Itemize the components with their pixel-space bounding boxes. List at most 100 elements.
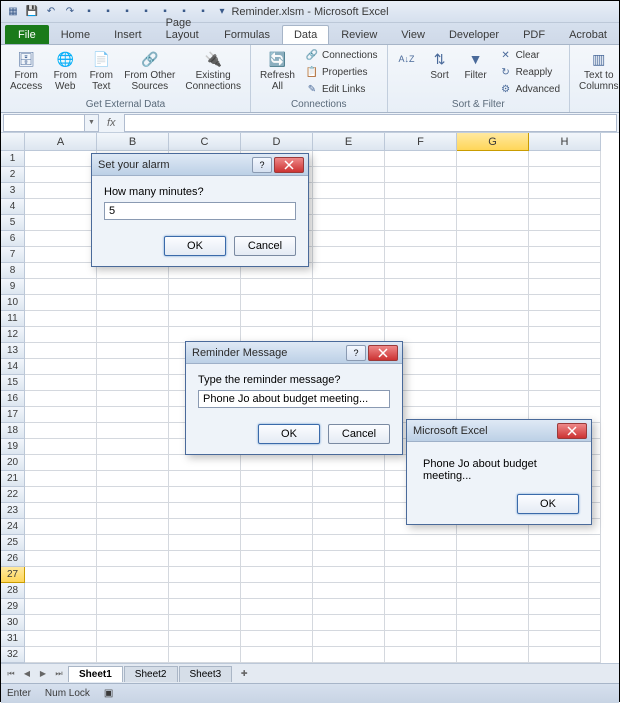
cell[interactable] [169, 567, 241, 583]
cell[interactable] [313, 295, 385, 311]
cell[interactable] [97, 471, 169, 487]
row-header[interactable]: 17 [1, 407, 25, 423]
cell[interactable] [97, 343, 169, 359]
cell[interactable] [169, 519, 241, 535]
cell[interactable] [25, 263, 97, 279]
undo-icon[interactable]: ↶ [43, 4, 59, 20]
cell[interactable] [241, 311, 313, 327]
cell[interactable] [241, 551, 313, 567]
fx-icon[interactable]: fx [99, 117, 124, 129]
cell[interactable] [25, 279, 97, 295]
row-header[interactable]: 20 [1, 455, 25, 471]
save-icon[interactable]: 💾 [24, 4, 40, 20]
sheet-tab[interactable]: Sheet3 [179, 666, 233, 682]
cell[interactable] [529, 263, 601, 279]
cell[interactable] [25, 247, 97, 263]
cell[interactable] [25, 391, 97, 407]
cell[interactable] [241, 535, 313, 551]
sheet-tab[interactable]: Sheet1 [68, 666, 123, 682]
tab-home[interactable]: Home [49, 25, 102, 44]
cell[interactable] [25, 599, 97, 615]
cancel-button[interactable]: Cancel [234, 236, 296, 256]
cell[interactable] [241, 519, 313, 535]
cell[interactable] [313, 471, 385, 487]
cell[interactable] [169, 535, 241, 551]
sort-az-button[interactable]: A↓Z [394, 47, 420, 97]
cell[interactable] [97, 375, 169, 391]
row-header[interactable]: 2 [1, 167, 25, 183]
cell[interactable] [97, 279, 169, 295]
cell[interactable] [529, 359, 601, 375]
select-all-corner[interactable] [1, 133, 25, 151]
cell[interactable] [529, 231, 601, 247]
cell[interactable] [385, 215, 457, 231]
row-header[interactable]: 31 [1, 631, 25, 647]
cell[interactable] [25, 167, 97, 183]
cell[interactable] [385, 551, 457, 567]
cell[interactable] [457, 583, 529, 599]
cell[interactable] [97, 551, 169, 567]
row-header[interactable]: 13 [1, 343, 25, 359]
qat-icon[interactable]: ▪ [138, 4, 154, 20]
cell[interactable] [25, 455, 97, 471]
existing-connections-button[interactable]: 🔌Existing Connections [182, 47, 244, 94]
cell[interactable] [97, 423, 169, 439]
cell[interactable] [529, 215, 601, 231]
cell[interactable] [385, 199, 457, 215]
row-header[interactable]: 21 [1, 471, 25, 487]
cell[interactable] [241, 471, 313, 487]
cell[interactable] [25, 551, 97, 567]
cell[interactable] [529, 567, 601, 583]
cell[interactable] [313, 183, 385, 199]
last-sheet-button[interactable]: ⏭ [51, 666, 67, 682]
row-header[interactable]: 9 [1, 279, 25, 295]
cell[interactable] [97, 295, 169, 311]
cell[interactable] [385, 567, 457, 583]
cell[interactable] [241, 567, 313, 583]
dialog-titlebar[interactable]: Reminder Message ? [186, 342, 402, 364]
row-header[interactable]: 11 [1, 311, 25, 327]
cell[interactable] [25, 647, 97, 663]
from-other-sources-button[interactable]: 🔗From Other Sources [121, 47, 178, 94]
cell[interactable] [385, 535, 457, 551]
cell[interactable] [97, 519, 169, 535]
cell[interactable] [25, 215, 97, 231]
cell[interactable] [313, 199, 385, 215]
row-header[interactable]: 6 [1, 231, 25, 247]
cell[interactable] [529, 631, 601, 647]
cell[interactable] [97, 391, 169, 407]
tab-insert[interactable]: Insert [102, 25, 154, 44]
qat-icon[interactable]: ▪ [119, 4, 135, 20]
cell[interactable] [313, 567, 385, 583]
cell[interactable] [241, 503, 313, 519]
cell[interactable] [25, 343, 97, 359]
cell[interactable] [97, 535, 169, 551]
cell[interactable] [457, 247, 529, 263]
cell[interactable] [25, 327, 97, 343]
formula-bar[interactable] [124, 114, 617, 132]
cell[interactable] [529, 311, 601, 327]
ok-button[interactable]: OK [517, 494, 579, 514]
row-header[interactable]: 10 [1, 295, 25, 311]
clear-button[interactable]: ✕Clear [496, 47, 563, 63]
cell[interactable] [313, 631, 385, 647]
cell[interactable] [457, 311, 529, 327]
row-header[interactable]: 24 [1, 519, 25, 535]
cell[interactable] [529, 615, 601, 631]
cell[interactable] [25, 487, 97, 503]
connections-button[interactable]: 🔗Connections [302, 47, 381, 63]
help-button[interactable]: ? [346, 345, 366, 361]
cell[interactable] [313, 487, 385, 503]
row-header[interactable]: 12 [1, 327, 25, 343]
cell[interactable] [457, 199, 529, 215]
row-header[interactable]: 32 [1, 647, 25, 663]
cell[interactable] [97, 647, 169, 663]
sort-button[interactable]: ⇅Sort [424, 47, 456, 97]
cell[interactable] [169, 311, 241, 327]
prev-sheet-button[interactable]: ◀ [19, 666, 35, 682]
cell[interactable] [529, 151, 601, 167]
close-button[interactable] [368, 345, 398, 361]
cell[interactable] [529, 647, 601, 663]
cell[interactable] [241, 631, 313, 647]
cell[interactable] [169, 551, 241, 567]
